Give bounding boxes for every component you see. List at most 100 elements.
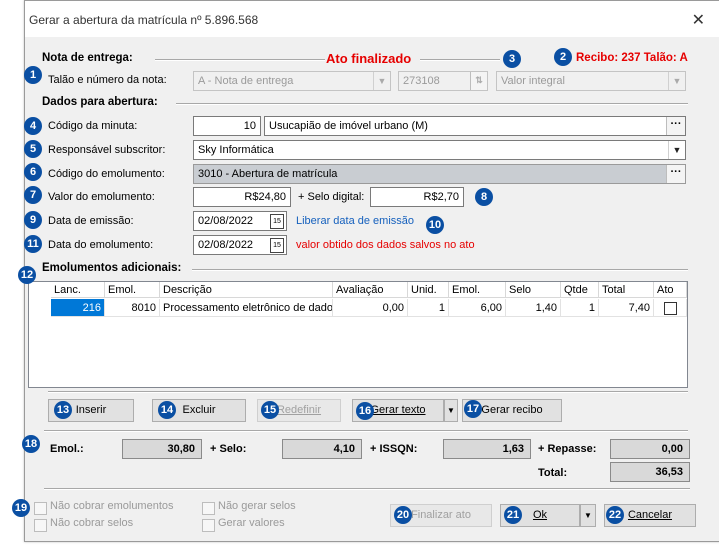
gerar-texto-dropdown[interactable]: ▼ <box>444 399 458 422</box>
liberar-data-link[interactable]: Liberar data de emissão <box>296 215 414 227</box>
column-header[interactable]: Emol. <box>105 282 160 298</box>
responsavel-select[interactable]: Sky Informática ▼ <box>193 140 686 160</box>
column-header[interactable]: Total <box>599 282 654 298</box>
cell-descricao[interactable]: Processamento eletrônico de dados <box>160 299 333 317</box>
responsavel-label: Responsável subscritor: <box>48 144 166 156</box>
receipt-text: Recibo: 237 Talão: A <box>576 52 688 64</box>
column-header[interactable]: Emol. <box>449 282 506 298</box>
numero-nota-field: 273108 ⇅ <box>398 71 488 91</box>
close-icon[interactable]: ✕ <box>692 10 705 30</box>
issqn-label: + ISSQN: <box>370 443 418 455</box>
column-header[interactable]: Selo <box>506 282 561 298</box>
divider <box>176 103 688 105</box>
column-header[interactable]: Lanc. <box>51 282 105 298</box>
cell-emol[interactable]: 8010 <box>105 299 160 317</box>
selo-total-label: + Selo: <box>210 443 247 455</box>
badge-2: 2 <box>554 48 572 66</box>
selo-total-value: 4,10 <box>282 439 362 459</box>
divider <box>155 59 325 61</box>
cell-total[interactable]: 7,40 <box>599 299 654 317</box>
data-emol-input[interactable]: 02/08/2022 15 <box>193 235 287 255</box>
status-text: Ato finalizado <box>326 51 412 66</box>
talao-select: A - Nota de entrega ▼ <box>193 71 391 91</box>
badge-11: 11 <box>24 235 42 253</box>
calendar-icon[interactable]: 15 <box>270 238 284 253</box>
badge-1: 1 <box>24 66 42 84</box>
badge-16: 16 <box>356 402 374 420</box>
minuta-desc-field[interactable]: Usucapião de imóvel urbano (M) ··· <box>264 116 686 136</box>
badge-5: 5 <box>24 140 42 158</box>
chevron-down-icon: ▼ <box>373 72 390 90</box>
valor-emol-input[interactable]: R$24,80 <box>193 187 291 207</box>
badge-14: 14 <box>158 401 176 419</box>
total-value: 36,53 <box>610 462 690 482</box>
cell-unid[interactable]: 1 <box>408 299 449 317</box>
divider <box>44 488 690 490</box>
chevron-down-icon: ▼ <box>447 406 455 415</box>
ellipsis-button[interactable]: ··· <box>666 117 685 135</box>
section-dados-abertura: Dados para abertura: <box>42 96 158 108</box>
badge-20: 20 <box>394 506 412 524</box>
data-emissao-label: Data de emissão: <box>48 215 134 227</box>
emolumento-code-field[interactable]: 3010 - Abertura de matrícula ··· <box>193 164 686 184</box>
column-header[interactable]: Ato <box>654 282 687 298</box>
badge-9: 9 <box>24 211 42 229</box>
badge-8: 8 <box>475 188 493 206</box>
badge-22: 22 <box>606 506 624 524</box>
calendar-icon[interactable]: 15 <box>270 214 284 229</box>
window-title: Gerar a abertura da matrícula nº 5.896.5… <box>29 13 259 27</box>
cell-avaliacao[interactable]: 0,00 <box>333 299 408 317</box>
ok-dropdown[interactable]: ▼ <box>580 504 596 527</box>
data-emissao-input[interactable]: 02/08/2022 15 <box>193 211 287 231</box>
selo-input[interactable]: R$2,70 <box>370 187 464 207</box>
valor-emol-label: Valor do emolumento: <box>48 191 155 203</box>
badge-13: 13 <box>54 401 72 419</box>
column-header[interactable]: Avaliação <box>333 282 408 298</box>
column-header[interactable]: Qtde <box>561 282 599 298</box>
nao-cobrar-selos-checkbox <box>34 519 47 532</box>
valor-tipo-select: Valor integral ▼ <box>496 71 686 91</box>
divider <box>44 430 688 432</box>
nao-cobrar-emolumentos-label: Não cobrar emolumentos <box>50 500 174 512</box>
ato-checkbox[interactable] <box>664 302 677 315</box>
chevron-down-icon: ▼ <box>584 511 592 520</box>
title-bar: Gerar a abertura da matrícula nº 5.896.5… <box>25 1 719 37</box>
badge-17: 17 <box>464 400 482 418</box>
gerar-valores-label: Gerar valores <box>218 517 285 529</box>
repasse-label: + Repasse: <box>538 443 597 455</box>
column-header[interactable]: Unid. <box>408 282 449 298</box>
cell-ato[interactable] <box>654 299 687 317</box>
divider <box>420 59 500 61</box>
total-label: Total: <box>538 467 568 479</box>
emol-total-value: 30,80 <box>122 439 202 459</box>
badge-3: 3 <box>503 50 521 68</box>
cell-emol-valor[interactable]: 6,00 <box>449 299 506 317</box>
badge-6: 6 <box>24 163 42 181</box>
cell-qtde[interactable]: 1 <box>561 299 599 317</box>
emolumento-code-label: Código do emolumento: <box>48 168 165 180</box>
nao-cobrar-selos-label: Não cobrar selos <box>50 517 134 529</box>
minuta-code-input[interactable]: 10 <box>193 116 261 136</box>
minuta-label: Código da minuta: <box>48 120 138 132</box>
chevron-down-icon: ▼ <box>668 72 685 90</box>
talao-label: Talão e número da nota: <box>48 74 167 86</box>
chevron-down-icon[interactable]: ▼ <box>668 141 685 159</box>
badge-19: 19 <box>12 499 30 517</box>
divider <box>192 269 688 271</box>
gerar-valores-checkbox <box>202 519 215 532</box>
badge-15: 15 <box>261 401 279 419</box>
cell-selo[interactable]: 1,40 <box>506 299 561 317</box>
nao-gerar-selos-label: Não gerar selos <box>218 500 296 512</box>
column-header[interactable]: Descrição <box>160 282 333 298</box>
badge-12: 12 <box>18 266 36 284</box>
cell-lanc[interactable]: 216 <box>51 299 105 317</box>
number-stepper-icon: ⇅ <box>470 72 487 90</box>
ellipsis-button[interactable]: ··· <box>666 165 685 183</box>
nao-cobrar-emolumentos-checkbox <box>34 502 47 515</box>
section-emolumentos-adicionais: Emolumentos adicionais: <box>42 262 182 274</box>
badge-7: 7 <box>24 186 42 204</box>
divider <box>48 391 688 393</box>
nao-gerar-selos-checkbox <box>202 502 215 515</box>
badge-18: 18 <box>22 435 40 453</box>
emolumentos-grid[interactable]: Lanc. Emol. Descrição Avaliação Unid. Em… <box>28 281 688 388</box>
